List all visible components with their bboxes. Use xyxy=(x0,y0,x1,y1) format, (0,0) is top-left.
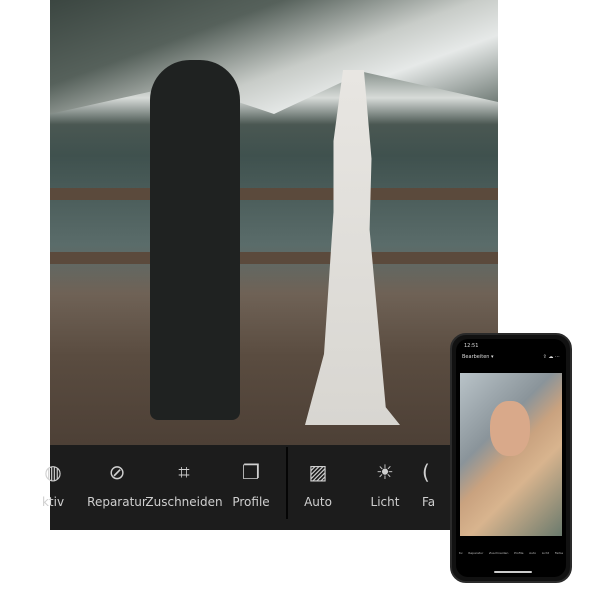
phone-tool[interactable]: Zuschneiden xyxy=(489,551,508,555)
phone-tool[interactable]: Farbe xyxy=(555,551,563,555)
edit-toolbar: ◍ ktiv ⊘ Reparatur ⌗ Zuschneiden ❐ Profile ▨… xyxy=(42,445,498,530)
phone-tool[interactable]: tiv xyxy=(459,551,463,555)
phone-tool[interactable]: Auto xyxy=(529,551,536,555)
portrait-photo xyxy=(460,373,562,536)
status-bar: 12:51 xyxy=(464,343,479,349)
phone-title[interactable]: Bearbeiten ▾ xyxy=(462,354,494,362)
home-indicator xyxy=(494,571,532,573)
groom xyxy=(150,60,240,420)
light-icon: ☀ xyxy=(376,460,394,484)
face xyxy=(490,401,530,456)
bride xyxy=(305,70,400,425)
share-icon[interactable]: ⇪ ☁ ⋯ xyxy=(543,354,560,362)
phone-tool[interactable]: Reparatur xyxy=(468,551,483,555)
dock-railing xyxy=(50,188,498,200)
phone-mockup: 12:51 Bearbeiten ▾ ⇪ ☁ ⋯ tiv Reparatur Z… xyxy=(450,333,572,583)
phone-toolbar: tiv Reparatur Zuschneiden Profile Auto L… xyxy=(456,551,566,555)
phone-header: Bearbeiten ▾ ⇪ ☁ ⋯ xyxy=(456,351,566,365)
phone-tool[interactable]: Profile xyxy=(514,551,523,555)
dock-railing xyxy=(50,252,498,264)
main-photo xyxy=(50,0,498,445)
mountains xyxy=(50,0,498,114)
phone-tool[interactable]: Licht xyxy=(542,551,549,555)
tool-light[interactable]: ☀ Licht xyxy=(345,459,425,509)
